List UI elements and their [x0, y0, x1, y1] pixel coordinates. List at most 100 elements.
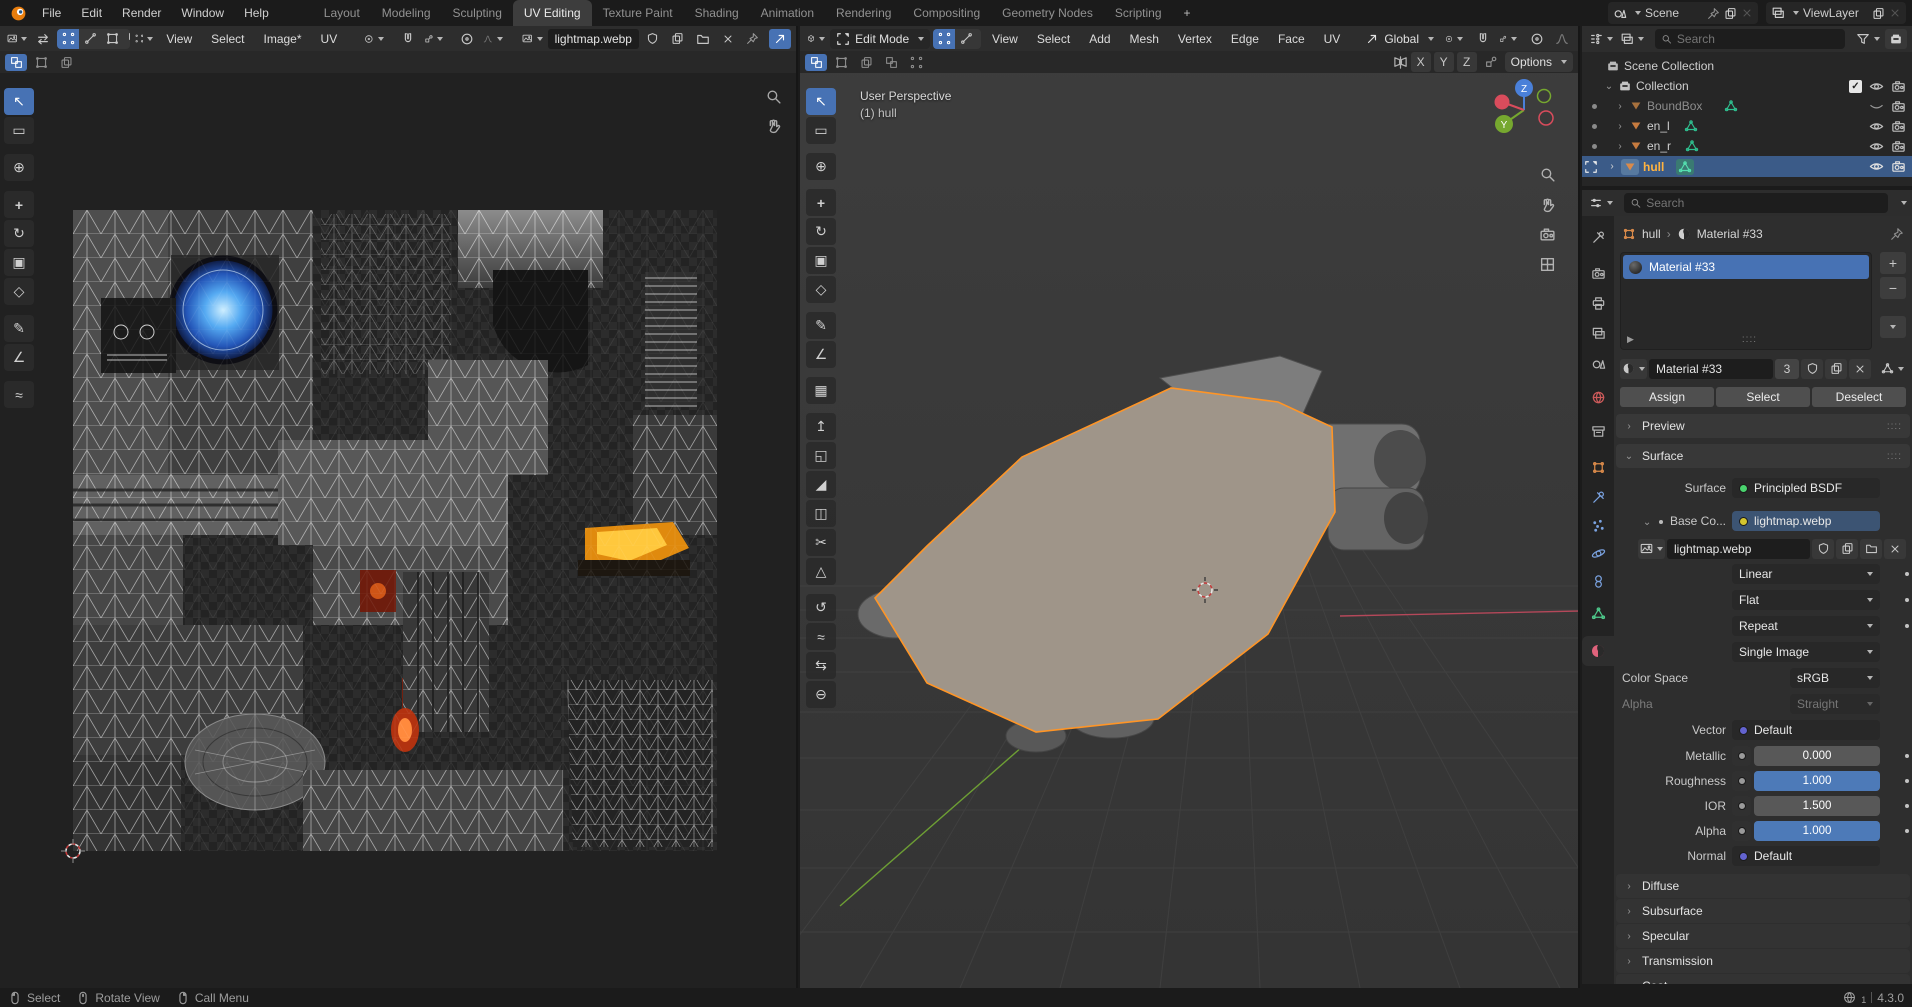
- workspace-tab-sculpting[interactable]: Sculpting: [442, 0, 513, 26]
- snap-toggle[interactable]: [1472, 29, 1494, 49]
- outliner-row-scene-collection[interactable]: Scene Collection: [1582, 56, 1912, 76]
- preview-panel-header[interactable]: › Preview ::::: [1616, 414, 1910, 438]
- eye-icon[interactable]: [1869, 79, 1884, 94]
- vp-tool-transform[interactable]: ◇: [806, 276, 836, 303]
- tab-view-layer[interactable]: [1589, 324, 1607, 342]
- new-scene-icon[interactable]: [1724, 7, 1737, 20]
- vp-tool-inset-faces[interactable]: ◱: [806, 442, 836, 469]
- new-viewlayer-icon[interactable]: [1872, 7, 1885, 20]
- breadcrumb-material[interactable]: Material #33: [1697, 227, 1763, 241]
- vp-tool-loop-cut[interactable]: ◫: [806, 500, 836, 527]
- mirror-z-toggle[interactable]: Z: [1457, 52, 1477, 72]
- tab-particles[interactable]: [1589, 516, 1607, 534]
- material-users-count[interactable]: 3: [1775, 359, 1799, 379]
- decorator-dot[interactable]: [1905, 779, 1909, 783]
- outliner-row-hull[interactable]: › hull: [1582, 156, 1912, 177]
- uv-menu-uv[interactable]: UV: [313, 29, 346, 49]
- properties-editor-type-button[interactable]: [1587, 193, 1615, 213]
- decorator-dot[interactable]: [1905, 598, 1909, 602]
- vp-menu-face[interactable]: Face: [1270, 29, 1313, 49]
- vp-tool-edge-slide[interactable]: ⇆: [806, 652, 836, 679]
- color-space-dropdown[interactable]: sRGB: [1790, 668, 1880, 688]
- outliner-search-input[interactable]: [1677, 32, 1839, 46]
- pin-icon[interactable]: [1707, 7, 1720, 20]
- workspace-tab-texture-paint[interactable]: Texture Paint: [592, 0, 684, 26]
- vp-tool-cursor[interactable]: ⊕: [806, 153, 836, 180]
- vp-tool-poly-build[interactable]: △: [806, 558, 836, 585]
- roughness-socket[interactable]: [1732, 771, 1751, 791]
- uv-proportional-edit-toggle[interactable]: [456, 29, 478, 49]
- material-fake-user-toggle[interactable]: [1801, 359, 1823, 379]
- image-new-button[interactable]: [667, 29, 689, 49]
- uv-pivot-dropdown[interactable]: [362, 29, 386, 49]
- decorator-dot[interactable]: [1905, 624, 1909, 628]
- properties-search[interactable]: [1624, 193, 1888, 213]
- properties-options-caret[interactable]: [1901, 201, 1907, 205]
- outliner-display-mode-dropdown[interactable]: [1587, 29, 1615, 49]
- uv-tool-scale[interactable]: ▣: [4, 249, 34, 276]
- assign-button[interactable]: Assign: [1620, 387, 1714, 407]
- decorator-dot[interactable]: [1905, 572, 1909, 576]
- uv-tool-grab[interactable]: ≈: [4, 381, 34, 408]
- uv-sticky-selection-dropdown[interactable]: [133, 29, 156, 49]
- tab-output[interactable]: [1589, 294, 1607, 312]
- zoom-icon[interactable]: [1539, 166, 1556, 183]
- expand-chevron-icon[interactable]: ›: [1607, 161, 1617, 172]
- uv-select-extend-icon[interactable]: [30, 54, 52, 71]
- vp-menu-select[interactable]: Select: [1029, 29, 1078, 49]
- vp-select-intersect-icon[interactable]: [905, 54, 927, 71]
- transmission-panel-header[interactable]: › Transmission: [1616, 949, 1910, 973]
- expand-chevron-icon[interactable]: ›: [1615, 141, 1625, 152]
- pan-hand-icon[interactable]: [765, 117, 782, 134]
- add-material-slot-button[interactable]: +: [1880, 252, 1906, 274]
- surface-panel-header[interactable]: ⌄ Surface ::::: [1616, 444, 1910, 468]
- subsurface-panel-header[interactable]: › Subsurface: [1616, 899, 1910, 923]
- vp-tool-move[interactable]: +: [806, 189, 836, 216]
- zoom-icon[interactable]: [765, 88, 782, 105]
- ior-slider[interactable]: 1.500: [1754, 796, 1880, 816]
- select-mode-vertex[interactable]: [933, 29, 955, 49]
- uv-menu-view[interactable]: View: [158, 29, 200, 49]
- extension-dropdown[interactable]: Repeat: [1732, 616, 1880, 636]
- vp-tool-tweak[interactable]: ↖: [806, 88, 836, 115]
- camera-icon[interactable]: [1891, 99, 1906, 114]
- menu-edit[interactable]: Edit: [71, 2, 112, 24]
- vp-tool-add-cube[interactable]: ▦: [806, 377, 836, 404]
- tab-tool[interactable]: [1589, 228, 1607, 246]
- uv-select-mode-face[interactable]: [101, 29, 123, 49]
- image-pin-toggle[interactable]: [742, 29, 764, 49]
- viewport-scene[interactable]: [800, 26, 1580, 988]
- outliner-row-boundbox[interactable]: › BoundBox: [1582, 96, 1912, 116]
- image-unlink-button[interactable]: [717, 29, 739, 49]
- expand-chevron-icon[interactable]: ›: [1615, 101, 1625, 112]
- image-fake-user-toggle[interactable]: [1812, 539, 1834, 559]
- ortho-toggle-icon[interactable]: [1539, 256, 1556, 273]
- outliner-row-collection[interactable]: ⌄ Collection ✓: [1582, 76, 1912, 96]
- uv-2d-cursor[interactable]: [60, 838, 86, 864]
- diffuse-panel-header[interactable]: › Diffuse: [1616, 874, 1910, 898]
- workspace-tab-compositing[interactable]: Compositing: [902, 0, 991, 26]
- vp-tool-knife[interactable]: ✂: [806, 529, 836, 556]
- uv-select-mode-vertex[interactable]: [57, 29, 79, 49]
- material-slot-specials-dropdown[interactable]: [1880, 316, 1906, 338]
- remove-material-slot-button[interactable]: −: [1880, 277, 1906, 299]
- workspace-tab-rendering[interactable]: Rendering: [825, 0, 902, 26]
- outliner-filter-dropdown[interactable]: [1618, 29, 1646, 49]
- tab-archive[interactable]: [1589, 422, 1607, 440]
- vp-tool-scale[interactable]: ▣: [806, 247, 836, 274]
- uv-select-mode-edge[interactable]: [79, 29, 101, 49]
- decorator-dot[interactable]: [1905, 754, 1909, 758]
- uv-menu-select[interactable]: Select: [203, 29, 252, 49]
- tab-object-data[interactable]: [1589, 604, 1607, 622]
- alpha-socket[interactable]: [1732, 821, 1751, 841]
- tab-object[interactable]: [1589, 458, 1607, 476]
- vp-tool-annotate[interactable]: ✎: [806, 312, 836, 339]
- uv-sync-selection-toggle[interactable]: [32, 29, 54, 49]
- expand-chevron-icon[interactable]: ›: [1615, 121, 1625, 132]
- navigation-gizmo[interactable]: Z Y: [1486, 72, 1562, 148]
- uv-proportional-falloff-dropdown[interactable]: [481, 29, 505, 49]
- proportional-edit-toggle[interactable]: [1526, 29, 1548, 49]
- uv-image-canvas[interactable]: [73, 210, 717, 851]
- uv-tool-annotate[interactable]: ✎: [4, 315, 34, 342]
- roughness-slider[interactable]: 1.000: [1754, 771, 1880, 791]
